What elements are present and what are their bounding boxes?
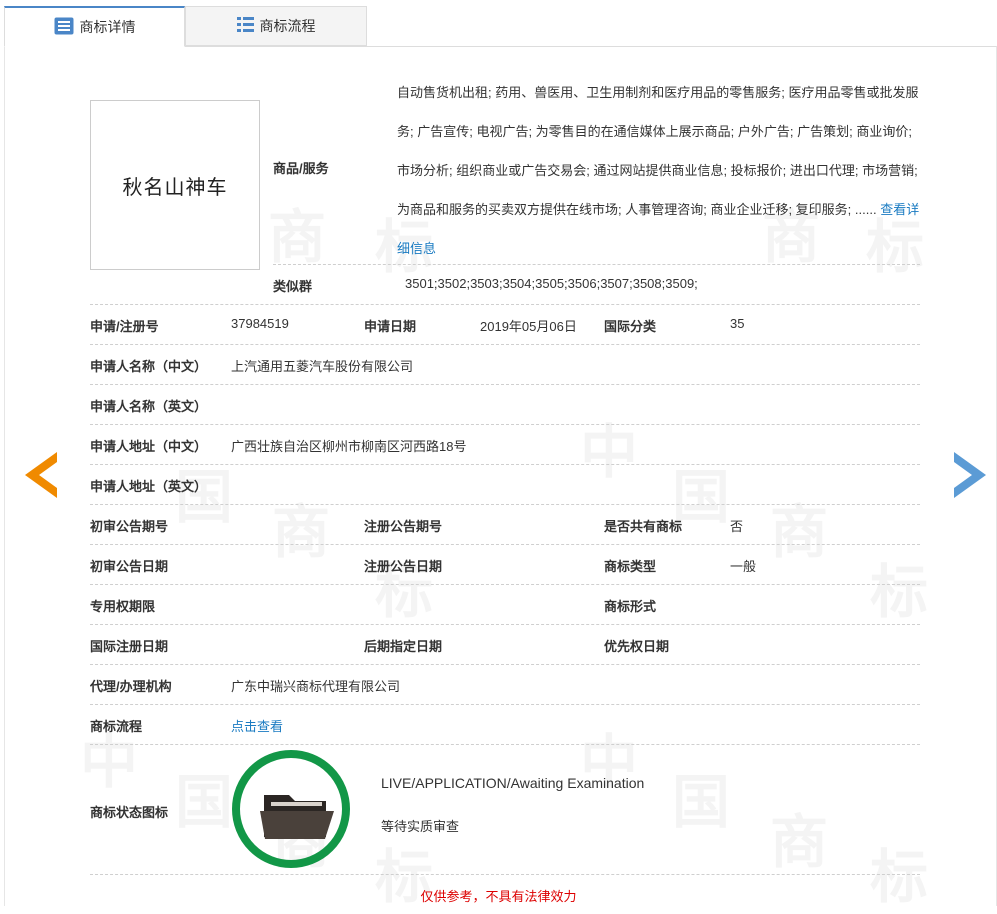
divider [90,304,920,305]
divider [273,264,920,265]
divider [90,464,920,465]
prelim-no-label: 初审公告期号 [90,519,169,534]
divider [90,544,920,545]
apply-date-value: 2019年05月06日 [480,319,577,334]
next-arrow-button[interactable] [952,452,986,501]
tab-label: 商标详情 [79,19,136,35]
watermark-char: 商 [770,485,828,569]
divider [90,424,920,425]
status-cn-text: 等待实质审查 [381,819,460,834]
divider [90,744,920,745]
prelim-date-label: 初审公告日期 [90,559,169,574]
intl-class-value: 35 [730,316,745,331]
similar-group-value: 3501;3502;3503;3504;3505;3506;3507;3508;… [405,276,698,291]
disclaimer-text: 仅供参考，不具有法律效力 [420,889,577,904]
left-arrow-icon [25,452,57,498]
watermark-char: 标 [870,545,928,629]
applicant-en-label: 申请人名称（英文） [90,399,208,414]
intl-class-label: 国际分类 [604,319,657,334]
agent-label: 代理/办理机构 [90,679,172,694]
shared-label: 是否共有商标 [604,519,683,534]
applicant-cn-label: 申请人名称（中文） [90,359,208,374]
grid-list-icon [236,17,254,35]
watermark-char: 商 [268,190,326,274]
trademark-image-text: 秋名山神车 [122,174,228,199]
reg-no-label: 申请/注册号 [90,319,159,334]
reg-no-value: 37984519 [231,316,289,331]
divider [90,664,920,665]
goods-text-block: 自动售货机出租; 药用、兽医用、卫生用制剂和医疗用品的零售服务; 医疗用品零售或… [397,73,921,268]
divider [90,344,920,345]
address-cn-value: 广西壮族自治区柳州市柳南区河西路18号 [231,439,467,454]
prev-arrow-button[interactable] [25,452,59,501]
divider [90,704,920,705]
address-cn-label: 申请人地址（中文） [90,439,208,454]
view-flow-link[interactable]: 点击查看 [231,716,283,735]
flow-label: 商标流程 [90,719,143,734]
status-icon-label: 商标状态图标 [90,805,169,820]
status-en-text: LIVE/APPLICATION/Awaiting Examination [381,775,645,791]
shared-value: 否 [730,519,744,534]
apply-date-label: 申请日期 [364,319,417,334]
watermark-char: 国 [175,755,233,839]
document-list-icon [54,17,74,38]
tab-label: 商标流程 [259,18,316,34]
watermark-char: 国 [672,755,730,839]
trademark-image: 秋名山神车 [90,100,260,270]
watermark-char: 中 [580,405,638,489]
tab-trademark-flow[interactable]: 商标流程 [185,6,367,46]
tab-trademark-details[interactable]: 商标详情 [4,6,185,47]
reg-pub-no-label: 注册公告期号 [364,519,443,534]
tm-form-label: 商标形式 [604,599,657,614]
divider [90,504,920,505]
priority-date-label: 优先权日期 [604,639,670,654]
agent-value: 广东中瑞兴商标代理有限公司 [231,679,401,694]
tm-type-label: 商标类型 [604,559,657,574]
divider [90,874,920,875]
goods-text: 自动售货机出租; 药用、兽医用、卫生用制剂和医疗用品的零售服务; 医疗用品零售或… [397,85,919,217]
similar-group-label: 类似群 [273,279,313,294]
watermark-char: 商 [770,795,828,879]
applicant-cn-value: 上汽通用五菱汽车股份有限公司 [231,359,414,374]
goods-label: 商品/服务 [273,161,329,176]
right-arrow-icon [954,452,986,498]
watermark-char: 商 [272,485,330,569]
divider [90,584,920,585]
divider [90,624,920,625]
tm-type-value: 一般 [730,559,757,574]
later-date-label: 后期指定日期 [364,639,443,654]
divider [90,384,920,385]
exclusive-period-label: 专用权期限 [90,599,156,614]
intl-reg-date-label: 国际注册日期 [90,639,169,654]
address-en-label: 申请人地址（英文） [90,479,208,494]
folder-icon [260,795,334,839]
status-icon [232,750,350,868]
reg-pub-date-label: 注册公告日期 [364,559,443,574]
